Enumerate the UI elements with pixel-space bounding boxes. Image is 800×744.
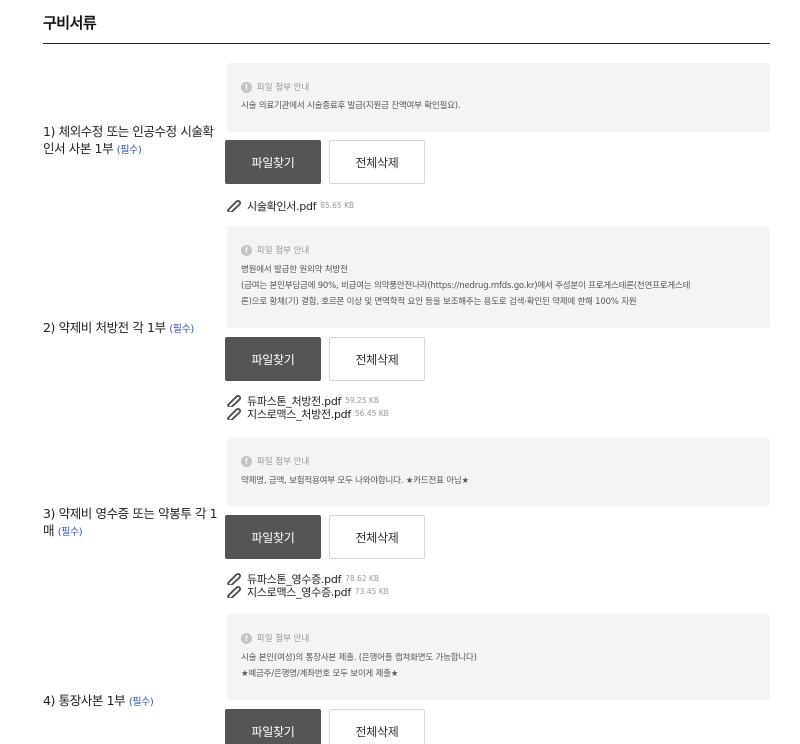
info-icon: ! — [241, 244, 252, 256]
button-group: 파일찾기 전체삭제 — [225, 515, 425, 559]
notice-title: 파일 첨부 안내 — [257, 83, 310, 93]
notice-title: 파일 첨부 안내 — [257, 246, 310, 256]
row-label: 2) 약제비 처방전 각 1부 (필수) — [43, 319, 218, 338]
notice-box: ! 파일 첨부 안내 시술 본인(여성)의 통장사본 제출. (은행어플 캡쳐화… — [227, 614, 770, 700]
find-file-button[interactable]: 파일찾기 — [225, 709, 321, 744]
find-file-button[interactable]: 파일찾기 — [225, 140, 321, 184]
file-item[interactable]: 시술확인서.pdf 85.65 KB — [225, 199, 355, 213]
notice-line: 시술 본인(여성)의 통장사본 제출. (은행어플 캡쳐화면도 가능합니다) — [241, 653, 477, 663]
info-icon: ! — [241, 632, 252, 644]
file-item[interactable]: 지스로맥스_영수증.pdf 73.45 KB — [225, 585, 389, 599]
paperclip-icon — [227, 395, 241, 407]
paperclip-icon — [227, 573, 241, 585]
row-label: 3) 약제비 영수증 또는 약봉투 각 1매 (필수) — [43, 505, 218, 541]
notice-line: (급여는 본인부담금에 90%, 비급여는 의약품안전나라(https://ne… — [241, 281, 691, 291]
button-group: 파일찾기 전체삭제 — [225, 709, 425, 744]
notice-line: ★예금주/은행명/계좌번호 모두 보이게 제출★ — [241, 669, 399, 679]
delete-all-button[interactable]: 전체삭제 — [329, 515, 425, 559]
section-title: 구비서류 — [43, 14, 97, 32]
document-row-4: ! 파일 첨부 안내 시술 본인(여성)의 통장사본 제출. (은행어플 캡쳐화… — [43, 614, 770, 744]
row-label: 4) 통장사본 1부 (필수) — [43, 692, 218, 711]
document-row-2: ! 파일 첨부 안내 병원에서 발급한 원외약 처방전 (급여는 본인부담금에 … — [43, 226, 770, 426]
notice-line: 론)으로 황체(기) 결함, 호르몬 이상 및 면역학적 요인 등을 보조해주는… — [241, 297, 637, 307]
file-size: 59.25 KB — [345, 396, 379, 405]
button-group: 파일찾기 전체삭제 — [225, 337, 425, 381]
required-tag: (필수) — [116, 145, 142, 156]
row-label-text: 2) 약제비 처방전 각 1부 — [43, 320, 166, 335]
delete-all-button[interactable]: 전체삭제 — [329, 337, 425, 381]
paperclip-icon — [227, 200, 241, 212]
required-tag: (필수) — [128, 697, 154, 708]
file-name: 지스로맥스_영수증.pdf — [247, 585, 351, 599]
delete-all-button[interactable]: 전체삭제 — [329, 709, 425, 744]
notice-box: ! 파일 첨부 안내 약제명, 금액, 보험적용여부 모두 나와야합니다. ★카… — [227, 437, 770, 506]
required-tag: (필수) — [57, 527, 83, 538]
info-icon: ! — [241, 455, 252, 467]
notice-title: 파일 첨부 안내 — [257, 634, 310, 644]
find-file-button[interactable]: 파일찾기 — [225, 515, 321, 559]
notice-title: 파일 첨부 안내 — [257, 457, 310, 467]
required-tag: (필수) — [169, 324, 194, 335]
file-list: 듀파스톤_영수증.pdf 78.62 KB 지스로맥스_영수증.pdf 73.4… — [225, 572, 389, 599]
delete-all-button[interactable]: 전체삭제 — [329, 140, 425, 184]
file-list: 시술확인서.pdf 85.65 KB — [225, 199, 355, 213]
section-divider — [43, 43, 770, 44]
file-size: 85.65 KB — [320, 201, 355, 210]
document-row-3: ! 파일 첨부 안내 약제명, 금액, 보험적용여부 모두 나와야합니다. ★카… — [43, 437, 770, 602]
file-name: 지스로맥스_처방전.pdf — [247, 407, 351, 421]
notice-line: 병원에서 발급한 원외약 처방전 — [241, 265, 348, 275]
row-label-text: 4) 통장사본 1부 — [43, 693, 126, 708]
button-group: 파일찾기 전체삭제 — [225, 140, 425, 184]
file-size: 56.45 KB — [354, 409, 389, 418]
file-item[interactable]: 지스로맥스_처방전.pdf 56.45 KB — [225, 407, 389, 421]
notice-box: ! 파일 첨부 안내 시술 의료기관에서 시술종료후 발급(지원금 잔액여부 확… — [227, 63, 770, 132]
file-name: 시술확인서.pdf — [247, 199, 317, 213]
notice-box: ! 파일 첨부 안내 병원에서 발급한 원외약 처방전 (급여는 본인부담금에 … — [227, 226, 770, 328]
paperclip-icon — [227, 408, 241, 420]
notice-line: 시술 의료기관에서 시술종료후 발급(지원금 잔액여부 확인필요). — [241, 101, 461, 111]
info-icon: ! — [241, 81, 252, 93]
notice-line: 약제명, 금액, 보험적용여부 모두 나와야합니다. ★카드전표 아님★ — [241, 476, 469, 486]
find-file-button[interactable]: 파일찾기 — [225, 337, 321, 381]
paperclip-icon — [227, 586, 241, 598]
file-size: 78.62 KB — [345, 574, 379, 583]
document-row-1: ! 파일 첨부 안내 시술 의료기관에서 시술종료후 발급(지원금 잔액여부 확… — [43, 63, 770, 223]
file-size: 73.45 KB — [354, 587, 389, 596]
row-label: 1) 체외수정 또는 인공수정 시술확인서 사본 1부 (필수) — [43, 123, 218, 159]
file-list: 듀파스톤_처방전.pdf 59.25 KB 지스로맥스_처방전.pdf 56.4… — [225, 394, 389, 421]
